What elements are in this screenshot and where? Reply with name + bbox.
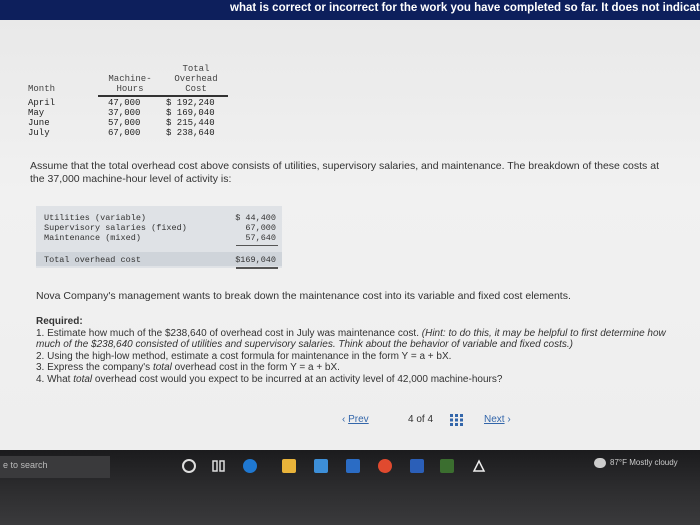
requirement-2: 2. Using the high-low method, estimate a…: [36, 350, 452, 362]
requirement-4: 4. What total overhead cost would you ex…: [36, 374, 676, 386]
chevron-left-icon: ‹: [342, 414, 346, 425]
windows-taskbar: e to search 87°F Mostly cloudy: [0, 450, 700, 525]
search-placeholder: e to search: [3, 460, 48, 470]
table-row-month: June: [28, 118, 50, 128]
cortana-icon[interactable]: [182, 459, 196, 473]
page-indicator: 4 of 4: [408, 414, 433, 428]
table-row-hours: 57,000: [108, 118, 141, 128]
requirement-4-text-end: overhead cost would you expect to be inc…: [92, 373, 503, 385]
word-icon[interactable]: [410, 459, 424, 473]
requirement-3: 3. Express the company's total overhead …: [36, 362, 676, 374]
weather-icon[interactable]: [594, 458, 606, 468]
next-button[interactable]: Next ›: [484, 414, 511, 428]
banner-text: what is correct or incorrect for the wor…: [230, 2, 700, 14]
col-header-machine-2: Hours: [116, 84, 144, 94]
search-box[interactable]: e to search: [0, 456, 110, 478]
instructions-banner: what is correct or incorrect for the wor…: [0, 0, 700, 20]
required-section: Required: 1. Estimate how much of the $2…: [36, 316, 676, 385]
chevron-right-icon: ›: [507, 414, 511, 425]
mail-icon[interactable]: [346, 459, 360, 473]
overhead-cost-table: Month Machine- Hours Total Overhead Cost…: [28, 62, 228, 160]
requirement-3-text: 3. Express the company's: [36, 362, 153, 373]
required-heading: Required:: [36, 316, 83, 327]
grid-icon[interactable]: [450, 414, 464, 426]
requirement-1-text: 1. Estimate how much of the $238,640 of …: [36, 327, 419, 339]
nova-statement: Nova Company's management wants to break…: [36, 290, 571, 302]
table-row-month: April: [28, 98, 56, 108]
sum-rule: [236, 245, 278, 246]
breakdown-label: Utilities (variable): [44, 213, 147, 223]
col-header-total-3: Cost: [185, 84, 207, 94]
weather-text[interactable]: 87°F Mostly cloudy: [610, 458, 678, 467]
table-row-cost: $ 192,240: [166, 98, 215, 108]
file-explorer-icon[interactable]: [282, 459, 296, 473]
edge-icon[interactable]: [243, 459, 257, 473]
col-header-machine-1: Machine-: [108, 74, 152, 84]
app-arrow-icon[interactable]: [472, 459, 486, 473]
assumption-text: Assume that the total overhead cost abov…: [30, 160, 659, 185]
app-icon[interactable]: [440, 459, 454, 473]
table-row-hours: 37,000: [108, 108, 141, 118]
breakdown-label: Maintenance (mixed): [44, 233, 141, 243]
total-overhead-label: Total overhead cost: [44, 255, 141, 265]
total-overhead-value: $169,040: [235, 255, 276, 265]
col-header-month: Month: [28, 84, 56, 94]
table-row-month: May: [28, 108, 45, 118]
requirement-3-text-end: overhead cost in the form Y = a + bX.: [171, 362, 340, 373]
prev-label: Prev: [348, 414, 369, 425]
store-icon[interactable]: [314, 459, 328, 473]
next-label: Next: [484, 414, 505, 425]
requirement-4-emphasis: total: [73, 373, 93, 385]
question-page: Month Machine- Hours Total Overhead Cost…: [0, 20, 700, 450]
double-rule: [236, 267, 278, 269]
page-of: of: [416, 414, 425, 425]
page-total: 4: [427, 414, 434, 425]
col-header-total-1: Total: [182, 64, 210, 74]
table-row-hours: 47,000: [108, 98, 141, 108]
requirement-4-text: 4. What: [36, 373, 74, 385]
header-rule: [98, 95, 228, 97]
page-current: 4: [408, 414, 414, 425]
table-row-cost: $ 169,040: [166, 108, 215, 118]
overhead-breakdown-table: Utilities (variable) Supervisory salarie…: [36, 206, 282, 269]
breakdown-value: $ 44,400: [235, 213, 276, 223]
chrome-icon[interactable]: [378, 459, 392, 473]
requirement-1: 1. Estimate how much of the $238,640 of …: [36, 328, 676, 351]
table-row-hours: 67,000: [108, 128, 141, 138]
requirement-3-emphasis: total: [152, 362, 172, 373]
table-row-cost: $ 215,440: [166, 118, 215, 128]
table-row-month: July: [28, 128, 50, 138]
task-view-icon[interactable]: [212, 459, 226, 473]
breakdown-label: Supervisory salaries (fixed): [44, 223, 187, 233]
prev-button[interactable]: ‹ Prev: [342, 414, 369, 428]
breakdown-value: 57,640: [245, 233, 276, 243]
col-header-total-2: Overhead: [174, 74, 218, 84]
table-row-cost: $ 238,640: [166, 128, 215, 138]
breakdown-value: 67,000: [245, 223, 276, 233]
